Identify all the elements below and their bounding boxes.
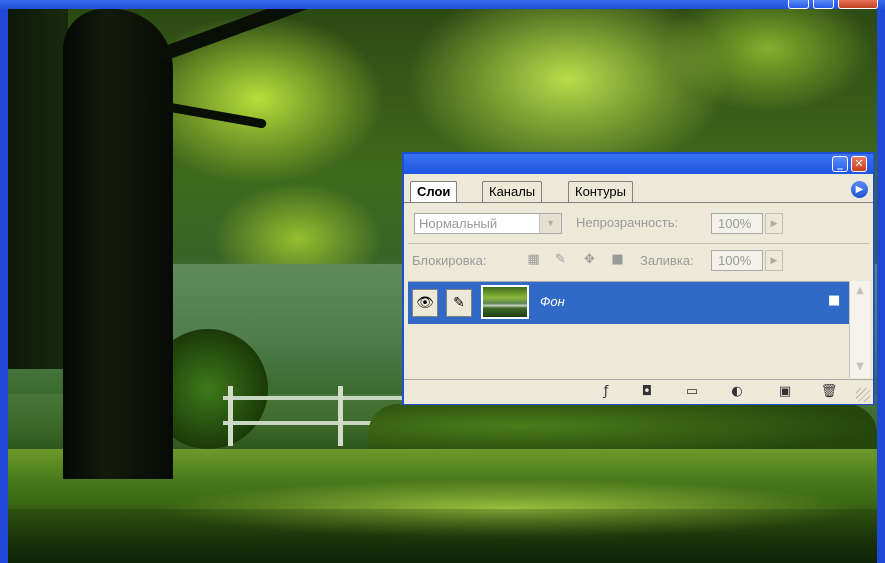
opacity-label: Непрозрачность: — [576, 215, 679, 230]
lock-transparency-icon[interactable]: ▦ — [525, 251, 542, 268]
layers-list: 👁 ✎ Фон ■ — [408, 281, 849, 379]
document-titlebar[interactable] — [0, 0, 885, 9]
document-window: _ ✕ Слои Каналы Контуры ▶ Нормальный ▼ Н… — [0, 0, 885, 563]
blend-mode-select[interactable]: Нормальный ▼ — [414, 213, 562, 234]
blend-mode-value: Нормальный — [419, 216, 498, 231]
new-layer-icon[interactable]: ▣ — [775, 383, 795, 401]
dark-foliage-left — [8, 9, 68, 369]
chevron-down-icon: ▼ — [539, 214, 561, 233]
opacity-field[interactable]: 100% — [711, 213, 763, 234]
layers-palette: _ ✕ Слои Каналы Контуры ▶ Нормальный ▼ Н… — [402, 152, 875, 405]
adjustment-layer-icon[interactable]: ◐ — [727, 383, 747, 401]
document-maximize-button[interactable] — [813, 0, 834, 9]
resize-grip[interactable] — [856, 388, 870, 402]
layer-style-icon[interactable]: ƒ — [596, 383, 616, 401]
brush-icon[interactable]: ✎ — [446, 289, 472, 317]
scroll-down-icon[interactable]: ▼ — [852, 359, 868, 375]
palette-titlebar[interactable] — [404, 154, 873, 174]
layer-row[interactable]: 👁 ✎ Фон ■ — [408, 282, 849, 324]
lock-icon: ■ — [828, 293, 841, 308]
lock-all-icon[interactable]: ■ — [609, 251, 626, 268]
layer-name[interactable]: Фон — [540, 294, 565, 309]
document-close-button[interactable] — [838, 0, 878, 9]
document-minimize-button[interactable] — [788, 0, 809, 9]
palette-tabs: Слои Каналы Контуры — [410, 181, 870, 202]
close-icon[interactable]: ✕ — [851, 156, 867, 172]
scroll-up-icon[interactable]: ▲ — [852, 283, 868, 299]
tab-layers[interactable]: Слои — [410, 181, 458, 202]
opacity-slider-arrow-icon[interactable]: ▶ — [765, 213, 783, 234]
tab-channels[interactable]: Каналы — [482, 181, 543, 202]
palette-menu-arrow-icon[interactable]: ▶ — [851, 181, 868, 198]
tree-branch — [155, 9, 311, 63]
lock-label: Блокировка: — [412, 253, 487, 268]
minimize-icon[interactable]: _ — [832, 156, 848, 172]
fill-label: Заливка: — [640, 253, 694, 268]
new-group-icon[interactable]: ▭ — [682, 383, 702, 401]
tab-paths[interactable]: Контуры — [568, 181, 634, 202]
lock-pixels-brush-icon[interactable]: ✎ — [552, 251, 569, 268]
layers-scrollbar[interactable]: ▲ ▼ — [849, 281, 870, 378]
layer-thumbnail[interactable] — [481, 285, 529, 319]
foreground-shadow — [8, 509, 877, 563]
lock-position-move-icon[interactable]: ✥ — [581, 251, 598, 268]
divider — [408, 243, 869, 244]
fill-field[interactable]: 100% — [711, 250, 763, 271]
tree-trunk — [63, 9, 173, 479]
mask-icon[interactable]: ◘ — [637, 383, 657, 401]
fill-slider-arrow-icon[interactable]: ▶ — [765, 250, 783, 271]
trash-icon[interactable]: 🗑 — [819, 383, 839, 401]
eye-icon[interactable]: 👁 — [412, 289, 438, 317]
tab-divider — [404, 202, 873, 203]
palette-bottom-toolbar: ƒ ◘ ▭ ◐ ▣ 🗑 — [404, 379, 873, 404]
